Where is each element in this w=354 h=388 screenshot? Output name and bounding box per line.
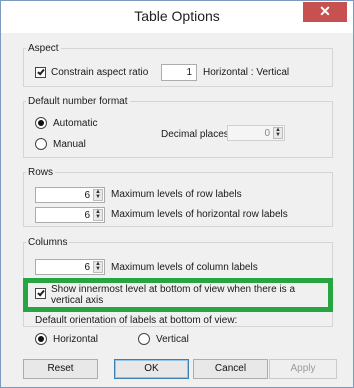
- ok-button[interactable]: OK: [114, 359, 189, 379]
- columns-legend: Columns: [28, 237, 68, 248]
- radio-selected-dot: [38, 120, 44, 126]
- spinner-arrows-icon[interactable]: ▲ ▼: [93, 209, 103, 221]
- constrain-aspect-checkbox[interactable]: [35, 67, 46, 78]
- aspect-legend: Aspect: [28, 43, 59, 54]
- constrain-aspect-label: Constrain aspect ratio: [51, 67, 149, 78]
- apply-button[interactable]: Apply: [269, 359, 337, 379]
- horizontal-row-labels-spinner[interactable]: 6 ▲ ▼: [35, 207, 105, 223]
- row-labels-text: Maximum levels of row labels: [111, 189, 242, 200]
- number-format-legend: Default number format: [28, 96, 128, 107]
- vertical-orientation-radio[interactable]: [138, 333, 150, 345]
- vertical-orientation-label: Vertical: [156, 334, 189, 345]
- spinner-arrows-icon[interactable]: ▲ ▼: [93, 189, 103, 201]
- close-button[interactable]: ✕: [303, 2, 347, 22]
- column-labels-spinner[interactable]: 6 ▲ ▼: [35, 259, 105, 275]
- reset-button[interactable]: Reset: [23, 359, 98, 379]
- row-labels-spinner[interactable]: 6 ▲ ▼: [35, 187, 105, 203]
- rows-legend: Rows: [28, 167, 54, 178]
- horizontal-row-labels-text: Maximum levels of horizontal row labels: [111, 209, 288, 220]
- manual-label: Manual: [53, 139, 86, 150]
- orientation-label: Default orientation of labels at bottom …: [35, 315, 238, 326]
- column-labels-text: Maximum levels of column labels: [111, 262, 258, 273]
- check-icon: [37, 67, 45, 76]
- automatic-radio[interactable]: [35, 117, 47, 129]
- aspect-ratio-input[interactable]: 1: [161, 64, 197, 81]
- table-options-dialog: Table Options ✕ Aspect Constrain aspect …: [0, 0, 354, 388]
- dialog-title: Table Options: [134, 8, 220, 24]
- cancel-button[interactable]: Cancel: [193, 359, 268, 379]
- spinner-arrows-icon[interactable]: ▲ ▼: [93, 261, 103, 273]
- title-bar: Table Options ✕: [1, 1, 353, 33]
- decimal-places-label: Decimal places:: [161, 129, 232, 140]
- decimal-places-spinner[interactable]: 0 ▲ ▼: [227, 125, 285, 141]
- horizontal-orientation-label: Horizontal: [53, 334, 99, 345]
- green-highlight-box: [23, 278, 333, 312]
- automatic-label: Automatic: [53, 118, 98, 129]
- spinner-arrows-icon[interactable]: ▲ ▼: [273, 127, 283, 139]
- manual-radio[interactable]: [35, 138, 47, 150]
- close-icon: ✕: [319, 3, 331, 19]
- radio-selected-dot: [38, 336, 44, 342]
- aspect-ratio-suffix: Horizontal : Vertical: [203, 67, 290, 78]
- horizontal-orientation-radio[interactable]: [35, 333, 47, 345]
